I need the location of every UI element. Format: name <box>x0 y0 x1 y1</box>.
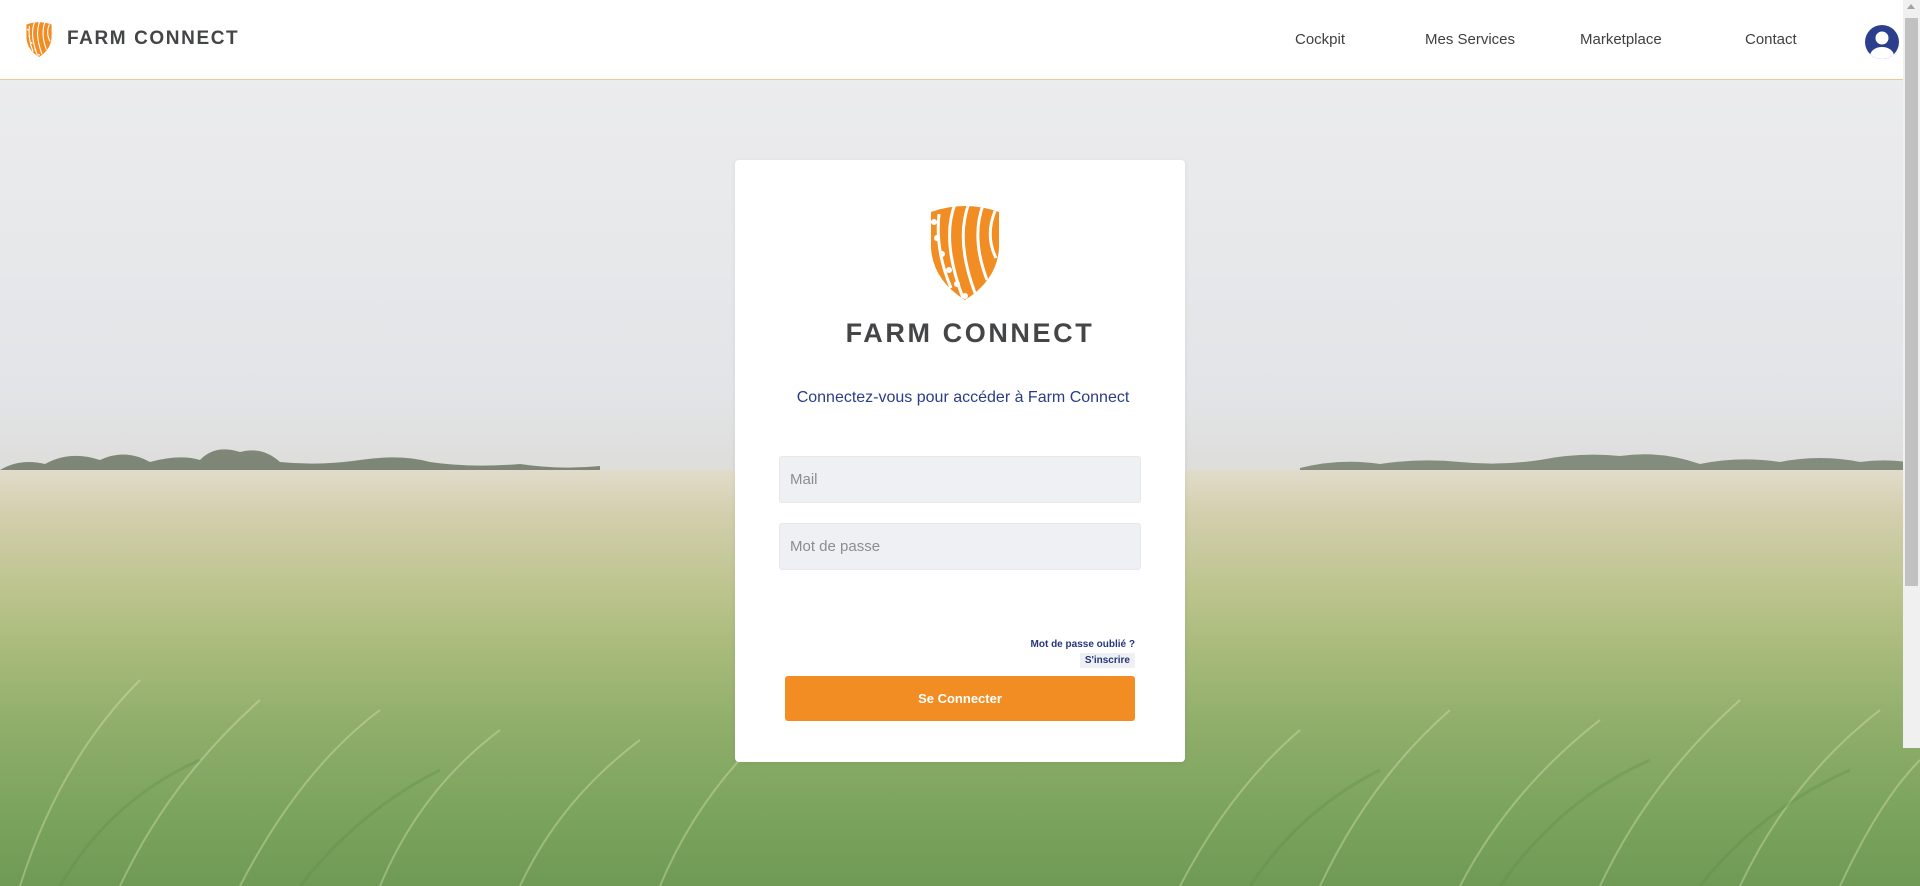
header-brand-name: FARM CONNECT <box>67 27 240 49</box>
scroll-thumb[interactable] <box>1905 18 1918 586</box>
header-brand[interactable]: FARM CONNECT <box>24 20 239 57</box>
nav-contact[interactable]: Contact <box>1745 31 1797 48</box>
mail-input[interactable] <box>779 456 1141 503</box>
nav-mes-services[interactable]: Mes Services <box>1425 31 1515 48</box>
login-card: FARM CONNECT Connectez-vous pour accéder… <box>735 160 1185 762</box>
password-input[interactable] <box>779 523 1141 570</box>
farm-connect-logo-icon <box>26 21 52 57</box>
forgot-password-link[interactable]: Mot de passe oublié ? <box>1031 639 1135 650</box>
signup-link[interactable]: S'inscrire <box>1079 653 1135 668</box>
scroll-up-arrow-icon[interactable] <box>1907 4 1915 9</box>
login-brand-name: FARM CONNECT <box>845 318 1095 348</box>
page-scrollbar[interactable] <box>1903 0 1920 748</box>
top-navbar: FARM CONNECT Cockpit Mes Services Market… <box>0 0 1920 80</box>
user-avatar-icon[interactable] <box>1865 25 1899 59</box>
login-subtitle: Connectez-vous pour accéder à Farm Conne… <box>796 389 1130 406</box>
farm-connect-shield-logo-icon <box>931 202 999 300</box>
nav-marketplace[interactable]: Marketplace <box>1580 31 1662 48</box>
login-button[interactable]: Se Connecter <box>785 676 1135 721</box>
nav-cockpit[interactable]: Cockpit <box>1295 31 1345 48</box>
